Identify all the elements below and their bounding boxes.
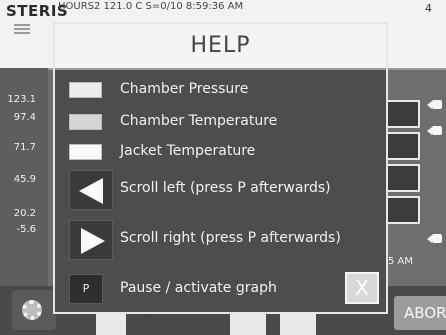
pause-label: Pause / activate graph bbox=[120, 280, 277, 296]
pause-button[interactable]: P bbox=[69, 274, 103, 304]
axis-value: 71.7 bbox=[13, 142, 36, 153]
triangle-right-icon bbox=[81, 228, 105, 254]
scroll-left-button[interactable] bbox=[69, 170, 113, 210]
graph-trace bbox=[388, 164, 420, 192]
axis-value: 123.1 bbox=[7, 94, 36, 105]
page-number: 4 bbox=[425, 2, 432, 15]
legend-row-chamber-pressure: Chamber Pressure bbox=[55, 78, 386, 112]
settings-button[interactable] bbox=[12, 290, 56, 330]
gear-icon bbox=[22, 300, 42, 320]
scroll-left-label: Scroll left (press P afterwards) bbox=[120, 180, 331, 196]
axis-value: -5.6 bbox=[16, 224, 36, 235]
brand-logo-icon bbox=[14, 22, 30, 34]
toolbar-button[interactable] bbox=[96, 312, 126, 335]
trace-marker-icon bbox=[427, 100, 442, 109]
legend-label: Jacket Temperature bbox=[120, 143, 256, 159]
scroll-left-row: Scroll left (press P afterwards) bbox=[55, 170, 386, 214]
axis-value: 97.4 bbox=[13, 112, 36, 123]
help-dialog: HELP Chamber Pressure Chamber Temperatur… bbox=[53, 22, 388, 314]
help-title: HELP bbox=[55, 24, 386, 70]
legend-swatch bbox=[69, 82, 102, 98]
legend-label: Chamber Temperature bbox=[120, 113, 278, 129]
graph-trace bbox=[388, 132, 420, 160]
graph-time-label: 5 AM bbox=[388, 256, 414, 267]
close-button[interactable]: X bbox=[345, 272, 379, 304]
graph-area bbox=[388, 96, 446, 256]
graph-trace bbox=[388, 100, 420, 128]
trace-marker-icon bbox=[427, 126, 442, 135]
triangle-left-icon bbox=[79, 178, 103, 204]
scroll-right-label: Scroll right (press P afterwards) bbox=[120, 230, 341, 246]
axis-value: 20.2 bbox=[13, 208, 36, 219]
legend-swatch bbox=[69, 114, 102, 130]
trace-marker-icon bbox=[427, 234, 442, 243]
abort-button[interactable]: ABORT bbox=[394, 296, 446, 330]
graph-y-axis: 123.1 97.4 71.7 45.9 20.2 -5.6 bbox=[0, 68, 48, 288]
axis-value: 45.9 bbox=[13, 174, 36, 185]
legend-swatch bbox=[69, 144, 102, 160]
status-line: HOURS2 121.0 C S=0/10 8:59:36 AM bbox=[58, 1, 244, 12]
scroll-right-button[interactable] bbox=[69, 220, 113, 260]
graph-trace bbox=[388, 196, 420, 224]
scroll-right-row: Scroll right (press P afterwards) bbox=[55, 220, 386, 264]
legend-row-jacket-temperature: Jacket Temperature bbox=[55, 140, 386, 174]
pause-row: P Pause / activate graph bbox=[55, 274, 386, 308]
legend-row-chamber-temperature: Chamber Temperature bbox=[55, 110, 386, 144]
legend-label: Chamber Pressure bbox=[120, 81, 249, 97]
toolbar-button[interactable] bbox=[230, 312, 266, 335]
toolbar-button[interactable] bbox=[280, 312, 316, 335]
